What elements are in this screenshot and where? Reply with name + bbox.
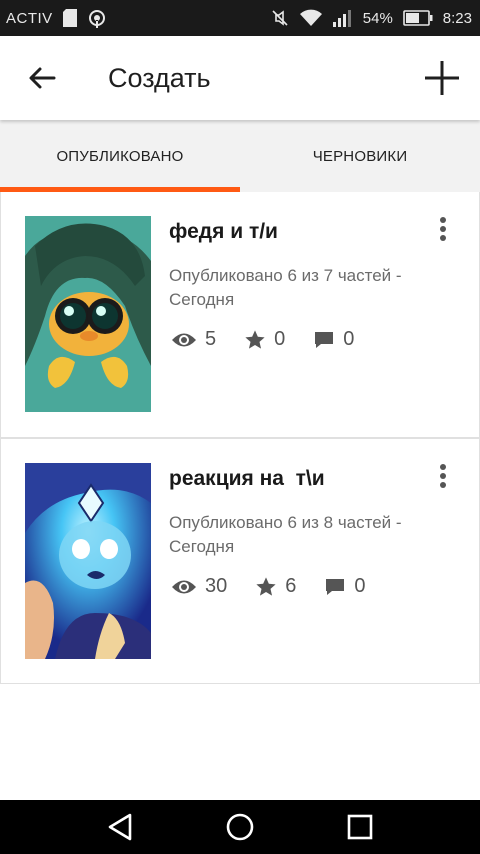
comments-stat: 0 (313, 328, 354, 351)
star-icon (245, 329, 265, 349)
carrier-name: ACTIV (6, 9, 53, 27)
nav-recents-button[interactable] (332, 802, 388, 852)
app-bar: Создать (0, 36, 480, 120)
story-card[interactable]: реакция на т\и Опубликовано 6 из 8 часте… (0, 438, 480, 684)
story-cover-image[interactable] (25, 463, 151, 659)
battery-icon (402, 10, 433, 26)
story-title[interactable]: федя и т/и (169, 220, 278, 244)
views-count: 30 (205, 575, 228, 597)
tab-published-label: ОПУБЛИКОВАНО (56, 147, 184, 165)
views-count: 5 (205, 328, 217, 350)
story-list: федя и т/и Опубликовано 6 из 7 частей - … (0, 192, 480, 684)
story-stats: 30 6 0 (171, 575, 394, 598)
story-meta: Опубликовано 6 из 7 частей - Сегодня (169, 266, 402, 309)
story-more-button[interactable] (431, 214, 455, 244)
comments-count: 0 (354, 575, 366, 597)
add-story-button[interactable] (404, 36, 480, 120)
votes-stat: 0 (244, 328, 285, 351)
system-nav-bar (0, 800, 480, 854)
views-stat: 5 (171, 328, 216, 351)
tab-bar: ОПУБЛИКОВАНО ЧЕРНОВИКИ (0, 120, 480, 192)
comments-count: 0 (343, 328, 355, 350)
story-meta: Опубликовано 6 из 8 частей - Сегодня (169, 513, 402, 556)
back-button[interactable] (0, 36, 84, 120)
star-icon (256, 576, 276, 596)
clock: 8:23 (442, 9, 472, 27)
story-card[interactable]: федя и т/и Опубликовано 6 из 7 частей - … (0, 192, 480, 438)
story-cover-image[interactable] (25, 216, 151, 412)
tab-published[interactable]: ОПУБЛИКОВАНО (0, 120, 240, 192)
comment-icon (326, 578, 345, 595)
story-more-button[interactable] (431, 461, 455, 491)
nav-back-button[interactable] (92, 802, 148, 852)
plus-icon (425, 61, 459, 95)
page-title: Создать (108, 62, 211, 93)
back-triangle-icon (108, 813, 132, 841)
back-arrow-icon (29, 67, 56, 89)
recents-square-icon (347, 814, 373, 840)
tab-drafts[interactable]: ЧЕРНОВИКИ (240, 120, 480, 192)
wifi-icon (299, 9, 323, 27)
views-stat: 30 (171, 575, 227, 598)
votes-count: 6 (285, 575, 297, 597)
sd-card-icon (62, 9, 77, 27)
status-bar: ACTIV 54% 8:23 (0, 0, 480, 36)
home-circle-icon (226, 813, 254, 841)
tab-drafts-label: ЧЕРНОВИКИ (312, 147, 408, 165)
signal-icon (332, 9, 353, 27)
mute-icon (271, 9, 289, 27)
eye-icon (172, 580, 196, 593)
story-stats: 5 0 0 (171, 328, 382, 351)
comment-icon (315, 331, 334, 348)
votes-count: 0 (274, 328, 286, 350)
more-vert-icon (440, 464, 446, 488)
battery-percent: 54% (362, 9, 393, 27)
comments-stat: 0 (324, 575, 366, 598)
more-vert-icon (440, 217, 446, 241)
story-title[interactable]: реакция на т\и (169, 467, 325, 491)
hotspot-icon (87, 8, 107, 28)
votes-stat: 6 (255, 575, 296, 598)
nav-home-button[interactable] (212, 802, 268, 852)
eye-icon (172, 333, 196, 346)
